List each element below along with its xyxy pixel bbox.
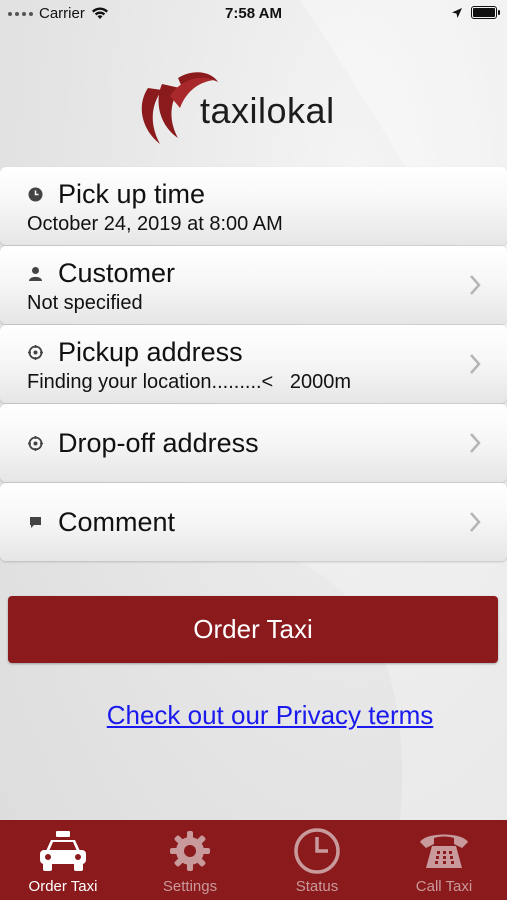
tab-bar: Order Taxi Settings Status Call Taxi [0,820,507,900]
row-pickup-address[interactable]: Pickup address Finding your location....… [0,325,507,403]
comment-icon [28,515,43,530]
phone-icon [381,828,507,874]
taxi-icon [0,828,126,874]
chevron-right-icon [470,512,481,532]
status-right [451,6,500,19]
row-comment[interactable]: Comment [0,483,507,561]
row-title: Comment [58,507,176,537]
tab-call-taxi[interactable]: Call Taxi [381,820,507,900]
target-icon [28,436,43,451]
tab-label: Call Taxi [415,878,473,895]
row-title: Customer [58,258,176,288]
tab-label: Order Taxi [28,878,98,895]
clock-icon [28,187,43,202]
order-form: Pick up time October 24, 2019 at 8:00 AM… [0,167,507,562]
chevron-right-icon [470,354,481,374]
row-pickup-time[interactable]: Pick up time October 24, 2019 at 8:00 AM [0,167,507,245]
person-icon [28,266,43,281]
row-subtitle: Not specified [27,292,143,314]
chevron-right-icon [470,433,481,453]
row-subtitle: October 24, 2019 at 8:00 AM [27,213,283,235]
row-title: Pickup address [58,337,243,367]
row-subtitle: Finding your location.........< 2000m [27,371,352,393]
privacy-terms-link[interactable]: Check out our Privacy terms [0,700,507,731]
row-dropoff-address[interactable]: Drop-off address [0,404,507,482]
app-logo: taxilokal [134,66,374,156]
target-icon [28,345,43,360]
battery-icon [471,6,500,19]
row-title: Pick up time [58,179,206,209]
status-bar: Carrier 7:58 AM [0,0,507,28]
location-arrow-icon [452,7,462,18]
tab-label: Status [295,878,339,895]
tab-settings[interactable]: Settings [127,820,253,900]
clock-icon [254,828,380,874]
tab-label: Settings [162,878,218,895]
gear-icon [127,828,253,874]
order-taxi-button[interactable]: Order Taxi [8,596,498,663]
logo-text: taxilokal [200,90,335,131]
row-customer[interactable]: Customer Not specified [0,246,507,324]
chevron-right-icon [470,275,481,295]
status-time: 7:58 AM [225,5,282,22]
row-title: Drop-off address [58,428,259,458]
tab-status[interactable]: Status [254,820,380,900]
tab-order-taxi[interactable]: Order Taxi [0,820,126,900]
